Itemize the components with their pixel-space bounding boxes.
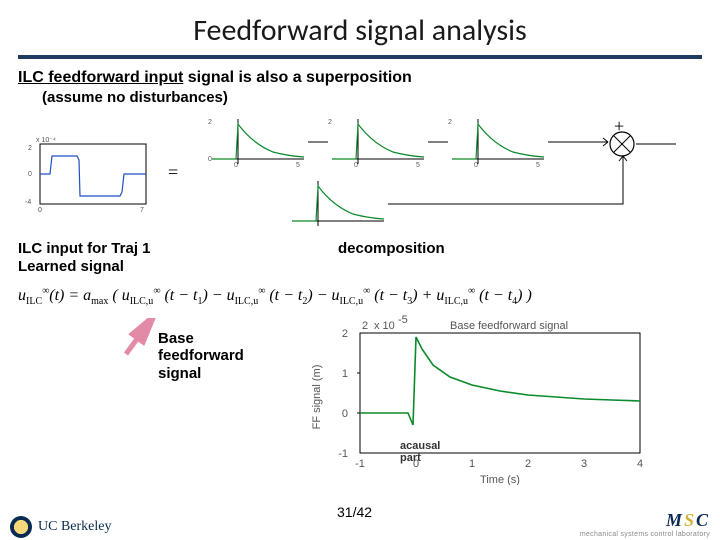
- svg-text:4: 4: [637, 458, 643, 470]
- label-base-feedforward: Base feedforward signal: [158, 330, 244, 382]
- subtitle-note: (assume no disturbances): [0, 89, 720, 114]
- svg-text:x 10⁻⁴: x 10⁻⁴: [36, 137, 56, 144]
- svg-text:2: 2: [525, 458, 531, 470]
- svg-text:3: 3: [581, 458, 587, 470]
- sum-output-line: [636, 142, 676, 146]
- equals-symbol: =: [168, 162, 178, 183]
- slide-title: Feedforward signal analysis: [0, 0, 720, 55]
- ucb-text: UC Berkeley: [38, 519, 111, 535]
- subtitle-rest: signal is also a superposition: [183, 69, 412, 86]
- label-acausal-part: acausalpart: [400, 440, 440, 464]
- mini-plot-left: x 10⁻⁴ 2 0 -4 0 7: [22, 134, 152, 214]
- svg-text:-1: -1: [338, 448, 348, 460]
- svg-text:0: 0: [28, 171, 32, 178]
- title-underline: [18, 55, 702, 59]
- svg-text:-4: -4: [25, 199, 31, 206]
- svg-text:0: 0: [38, 207, 42, 214]
- svg-text:7: 7: [140, 207, 144, 214]
- subtitle-underlined: ILC feedforward input: [18, 69, 183, 86]
- y-exp-label: x 10: [374, 320, 395, 332]
- msc-logo-text: MSC: [666, 510, 710, 531]
- svg-text:1: 1: [469, 458, 475, 470]
- subtitle: ILC feedforward input signal is also a s…: [0, 69, 720, 89]
- svg-text:1: 1: [342, 368, 348, 380]
- ff-signal-chart: 2 x 10 -5 Base feedforward signal 2 1 0 …: [300, 315, 660, 485]
- diagram-labels: ILC input for Traj 1Learned signal decom…: [0, 240, 720, 276]
- svg-text:-1: -1: [355, 458, 365, 470]
- svg-text:2: 2: [28, 145, 32, 152]
- ucb-logo: UC Berkeley: [10, 516, 111, 538]
- label-ilc-input: ILC input for Traj 1Learned signal: [18, 240, 288, 276]
- formula-equation: uILC∞(t) = amax ( uILC,u∞ (t − t1) − uIL…: [18, 286, 702, 316]
- svg-text:-5: -5: [398, 315, 408, 326]
- ff-chart-title: Base feedforward signal: [450, 320, 568, 332]
- svg-text:2: 2: [362, 320, 368, 332]
- decomposition-diagram: x 10⁻⁴ 2 0 -4 0 7 = 2 0 0 5 2 0 5 2 0 5: [18, 114, 702, 244]
- slide-footer: UC Berkeley MSC mechanical systems contr…: [0, 514, 720, 540]
- ff-chart-ylabel: FF signal (m): [311, 365, 323, 430]
- sum-node-icon: [608, 130, 636, 158]
- msc-subtext: mechanical systems control laboratory: [580, 531, 710, 538]
- label-decomposition: decomposition: [338, 240, 445, 276]
- ucb-seal-icon: [10, 516, 32, 538]
- msc-logo: MSC mechanical systems control laborator…: [580, 510, 710, 538]
- arrow-up-icon: [120, 318, 156, 358]
- ff-chart-xlabel: Time (s): [480, 474, 520, 485]
- svg-text:2: 2: [342, 328, 348, 340]
- svg-text:0: 0: [342, 408, 348, 420]
